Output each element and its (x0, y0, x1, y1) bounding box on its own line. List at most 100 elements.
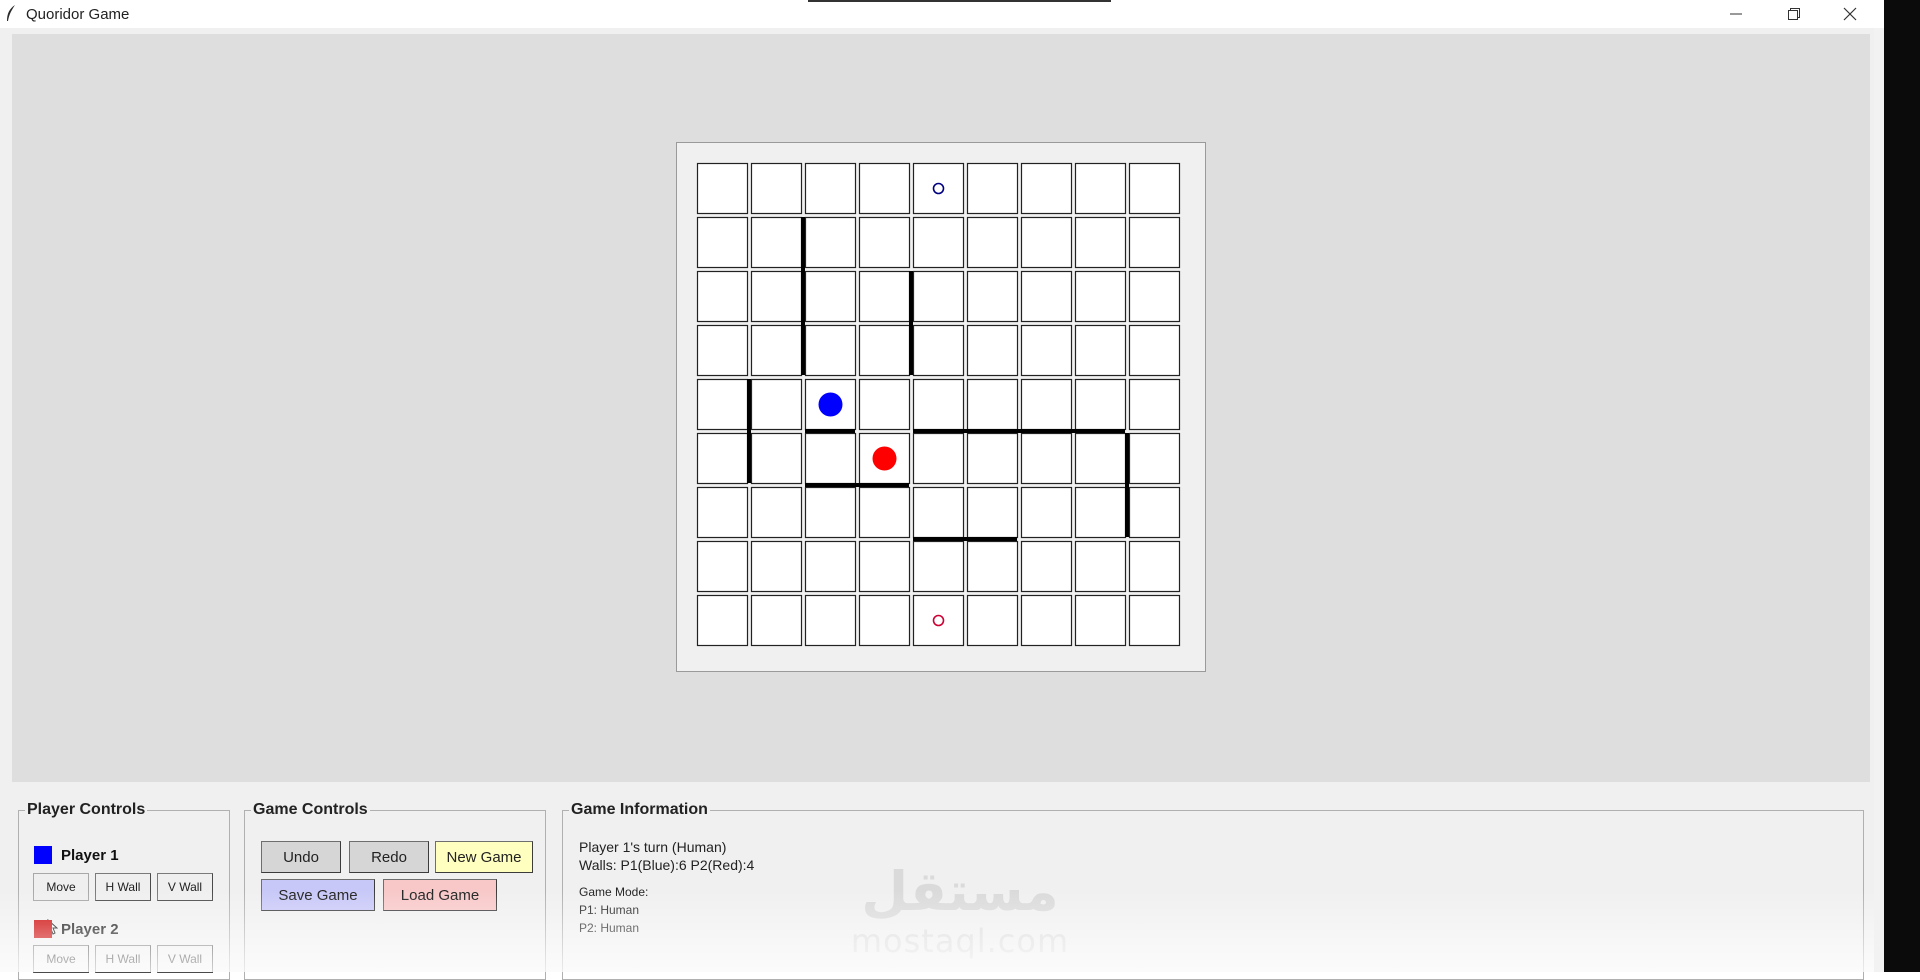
player1-hwall-button[interactable]: H Wall (95, 873, 151, 901)
board-cell[interactable] (1020, 162, 1073, 215)
board-cell[interactable] (804, 162, 857, 215)
game-mode-label: Game Mode: (579, 885, 649, 899)
walls-remaining: Walls: P1(Blue):6 P2(Red):4 (579, 857, 755, 873)
board-cell[interactable] (750, 432, 803, 485)
board-cell[interactable] (696, 540, 749, 593)
board-cell[interactable] (912, 378, 965, 431)
undo-button[interactable]: Undo (261, 841, 341, 873)
board-cell[interactable] (966, 540, 1019, 593)
board-cell[interactable] (966, 216, 1019, 269)
board-cell[interactable] (858, 324, 911, 377)
board-cell[interactable] (912, 486, 965, 539)
board-cell[interactable] (1074, 162, 1127, 215)
board-cell[interactable] (1074, 270, 1127, 323)
board-cell[interactable] (696, 432, 749, 485)
board-cell[interactable] (1020, 540, 1073, 593)
board-cell[interactable] (912, 594, 965, 647)
save-game-button[interactable]: Save Game (261, 879, 375, 911)
board-cell[interactable] (858, 486, 911, 539)
board-cell[interactable] (1128, 216, 1181, 269)
board-cell[interactable] (912, 432, 965, 485)
board-cell[interactable] (750, 270, 803, 323)
board-cell[interactable] (696, 378, 749, 431)
board-cell[interactable] (804, 270, 857, 323)
board-cell[interactable] (1128, 432, 1181, 485)
board-cell[interactable] (750, 324, 803, 377)
board-cell[interactable] (1128, 324, 1181, 377)
board-cell[interactable] (1020, 378, 1073, 431)
board-cell[interactable] (858, 594, 911, 647)
board-cell[interactable] (858, 162, 911, 215)
board-cell[interactable] (858, 540, 911, 593)
board-cell[interactable] (1074, 594, 1127, 647)
board-cell[interactable] (1020, 216, 1073, 269)
board-cell[interactable] (1128, 162, 1181, 215)
board-cell[interactable] (1128, 594, 1181, 647)
board-cell[interactable] (696, 486, 749, 539)
player2-move-button[interactable]: Move (33, 945, 89, 973)
game-controls-group: Game Controls Undo Redo New Game Save Ga… (244, 801, 546, 980)
maximize-button[interactable] (1766, 0, 1822, 28)
board-cell[interactable] (750, 216, 803, 269)
board-cell[interactable] (750, 378, 803, 431)
board-cell[interactable] (1074, 324, 1127, 377)
player2-pawn[interactable] (872, 446, 897, 471)
board-cell[interactable] (804, 486, 857, 539)
board-cell[interactable] (804, 324, 857, 377)
board-cell[interactable] (1074, 216, 1127, 269)
board-cell[interactable] (966, 486, 1019, 539)
player1-vwall-button[interactable]: V Wall (157, 873, 213, 901)
board-cell[interactable] (1074, 432, 1127, 485)
game-board[interactable] (676, 142, 1206, 672)
board-cell[interactable] (696, 270, 749, 323)
player1-pawn[interactable] (818, 392, 843, 417)
board-cell[interactable] (858, 378, 911, 431)
board-grid[interactable] (677, 143, 1207, 673)
board-cell[interactable] (696, 594, 749, 647)
board-cell[interactable] (858, 270, 911, 323)
board-cell[interactable] (1020, 432, 1073, 485)
board-cell[interactable] (804, 594, 857, 647)
board-cell[interactable] (912, 324, 965, 377)
board-cell[interactable] (696, 324, 749, 377)
board-cell[interactable] (750, 486, 803, 539)
player2-hwall-button[interactable]: H Wall (95, 945, 151, 973)
board-cell[interactable] (966, 270, 1019, 323)
new-game-button[interactable]: New Game (435, 841, 533, 873)
board-cell[interactable] (912, 540, 965, 593)
load-game-button[interactable]: Load Game (383, 879, 497, 911)
board-cell[interactable] (696, 162, 749, 215)
board-cell[interactable] (696, 216, 749, 269)
board-cell[interactable] (1128, 270, 1181, 323)
board-cell[interactable] (804, 432, 857, 485)
board-cell[interactable] (912, 270, 965, 323)
board-cell[interactable] (750, 162, 803, 215)
board-cell[interactable] (1128, 540, 1181, 593)
redo-button[interactable]: Redo (349, 841, 429, 873)
board-cell[interactable] (1020, 270, 1073, 323)
board-cell[interactable] (966, 324, 1019, 377)
player2-vwall-button[interactable]: V Wall (157, 945, 213, 973)
board-cell[interactable] (804, 216, 857, 269)
board-cell[interactable] (804, 540, 857, 593)
board-cell[interactable] (858, 216, 911, 269)
board-cell[interactable] (1020, 324, 1073, 377)
close-button[interactable] (1822, 0, 1878, 28)
board-cell[interactable] (1128, 486, 1181, 539)
board-cell[interactable] (1074, 486, 1127, 539)
board-cell[interactable] (966, 432, 1019, 485)
board-cell[interactable] (1074, 540, 1127, 593)
board-cell[interactable] (966, 594, 1019, 647)
board-cell[interactable] (1020, 486, 1073, 539)
board-cell[interactable] (1020, 594, 1073, 647)
minimize-button[interactable] (1708, 0, 1764, 28)
board-cell[interactable] (912, 216, 965, 269)
board-cell[interactable] (1128, 378, 1181, 431)
board-cell[interactable] (912, 162, 965, 215)
board-cell[interactable] (966, 378, 1019, 431)
board-cell[interactable] (750, 594, 803, 647)
board-cell[interactable] (966, 162, 1019, 215)
board-cell[interactable] (1074, 378, 1127, 431)
board-cell[interactable] (750, 540, 803, 593)
player1-move-button[interactable]: Move (33, 873, 89, 901)
